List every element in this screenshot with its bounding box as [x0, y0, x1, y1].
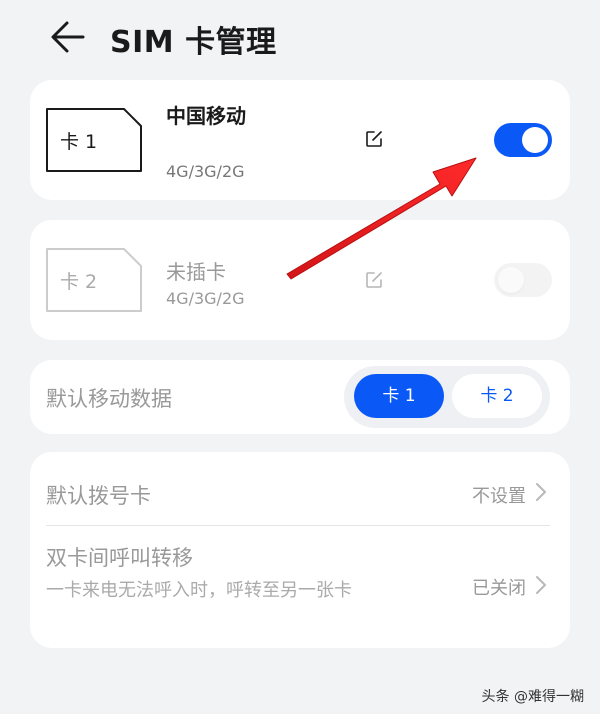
default-dial-label[interactable]: 默认拨号卡 [46, 480, 151, 510]
edit-icon[interactable] [364, 129, 384, 149]
default-dial-value[interactable]: 不设置 [472, 482, 526, 508]
data-sim-selector: 卡 1 卡 2 [344, 366, 550, 428]
page-title: SIM 卡管理 [110, 25, 277, 60]
default-data-card: 默认移动数据 卡 1 卡 2 [30, 360, 570, 434]
settings-card: 默认拨号卡 不设置 双卡间呼叫转移 一卡来电无法呼入时，呼转至另一张卡 已关闭 [30, 452, 570, 648]
toggle-knob [498, 267, 524, 293]
sim1-network-type: 4G/3G/2G [166, 162, 245, 181]
header: SIM 卡管理 [0, 0, 600, 78]
chevron-right-icon[interactable] [534, 574, 548, 596]
call-forwarding-description: 一卡来电无法呼入时，呼转至另一张卡 [46, 580, 352, 601]
sim2-network-type: 4G/3G/2G [166, 289, 245, 308]
sim2-carrier-name: 未插卡 [166, 260, 226, 284]
chevron-right-icon[interactable] [534, 481, 548, 503]
call-forwarding-value[interactable]: 已关闭 [472, 574, 526, 600]
edit-icon [366, 272, 382, 288]
call-forwarding-label[interactable]: 双卡间呼叫转移 [46, 542, 193, 572]
sim-card-icon: 卡 2 [46, 248, 142, 312]
sim2-icon-label: 卡 2 [60, 271, 98, 293]
sim1-icon-label: 卡 1 [60, 131, 98, 153]
sim1-carrier-name: 中国移动 [166, 104, 246, 128]
toggle-knob [522, 127, 548, 153]
sim-card-icon: 卡 1 [46, 108, 142, 172]
sim1-toggle[interactable] [494, 123, 552, 157]
sim2-toggle[interactable] [494, 263, 552, 297]
watermark: 头条 @难得一糊 [481, 689, 584, 705]
default-data-label: 默认移动数据 [46, 387, 172, 411]
arrow-left-icon[interactable] [50, 20, 86, 54]
sim1-card: 卡 1 中国移动 4G/3G/2G [30, 80, 570, 200]
data-sim2-option[interactable]: 卡 2 [452, 374, 542, 418]
divider [46, 525, 550, 526]
data-sim1-option[interactable]: 卡 1 [354, 374, 444, 418]
sim2-card: 卡 2 未插卡 4G/3G/2G [30, 220, 570, 340]
